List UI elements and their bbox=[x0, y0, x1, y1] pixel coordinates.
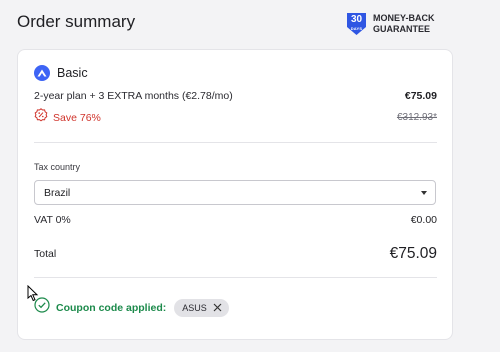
divider bbox=[34, 277, 437, 278]
money-back-guarantee: 30 DAYS MONEY-BACK GUARANTEE bbox=[346, 12, 435, 36]
tax-country-select[interactable]: Brazil bbox=[34, 180, 436, 205]
vat-line: VAT 0% €0.00 bbox=[34, 214, 437, 226]
vat-label: VAT 0% bbox=[34, 214, 71, 226]
chevron-down-icon bbox=[421, 190, 427, 195]
guarantee-days-unit: DAYS bbox=[350, 26, 363, 31]
original-price: €312.93* bbox=[396, 112, 437, 123]
total-label: Total bbox=[34, 248, 57, 260]
save-percentage: Save 76% bbox=[53, 111, 101, 124]
guarantee-line-2: GUARANTEE bbox=[373, 24, 431, 34]
savings-line: Save 76% €312.93* bbox=[34, 108, 437, 127]
plan-description: 2-year plan + 3 EXTRA months (€2.78/mo) bbox=[34, 90, 233, 102]
order-summary-card: Basic 2-year plan + 3 EXTRA months (€2.7… bbox=[17, 49, 453, 340]
page-title: Order summary bbox=[17, 12, 136, 31]
guarantee-days-number: 30 bbox=[350, 14, 363, 25]
close-icon[interactable] bbox=[213, 299, 222, 317]
coupon-chip: ASUS bbox=[174, 298, 229, 317]
plan-name: Basic bbox=[57, 66, 88, 80]
total-line: Total €75.09 bbox=[34, 245, 437, 263]
coupon-applied: Coupon code applied: ASUS bbox=[34, 297, 229, 318]
total-value: €75.09 bbox=[389, 245, 437, 262]
coupon-label: Coupon code applied: bbox=[56, 301, 167, 314]
plan-header: Basic bbox=[34, 65, 88, 81]
vat-value: €0.00 bbox=[410, 214, 437, 226]
coupon-code: ASUS bbox=[182, 302, 207, 313]
divider bbox=[34, 142, 437, 143]
plan-line: 2-year plan + 3 EXTRA months (€2.78/mo) … bbox=[34, 90, 437, 102]
guarantee-line-1: MONEY-BACK bbox=[373, 13, 435, 23]
tax-country-label: Tax country bbox=[34, 162, 81, 172]
guarantee-badge-icon: 30 DAYS bbox=[346, 12, 367, 36]
discount-tag-icon bbox=[34, 108, 48, 127]
mouse-pointer-icon bbox=[27, 284, 39, 307]
mountain-logo-icon bbox=[34, 65, 50, 81]
plan-price: €75.09 bbox=[404, 90, 437, 102]
tax-country-value: Brazil bbox=[44, 186, 71, 199]
